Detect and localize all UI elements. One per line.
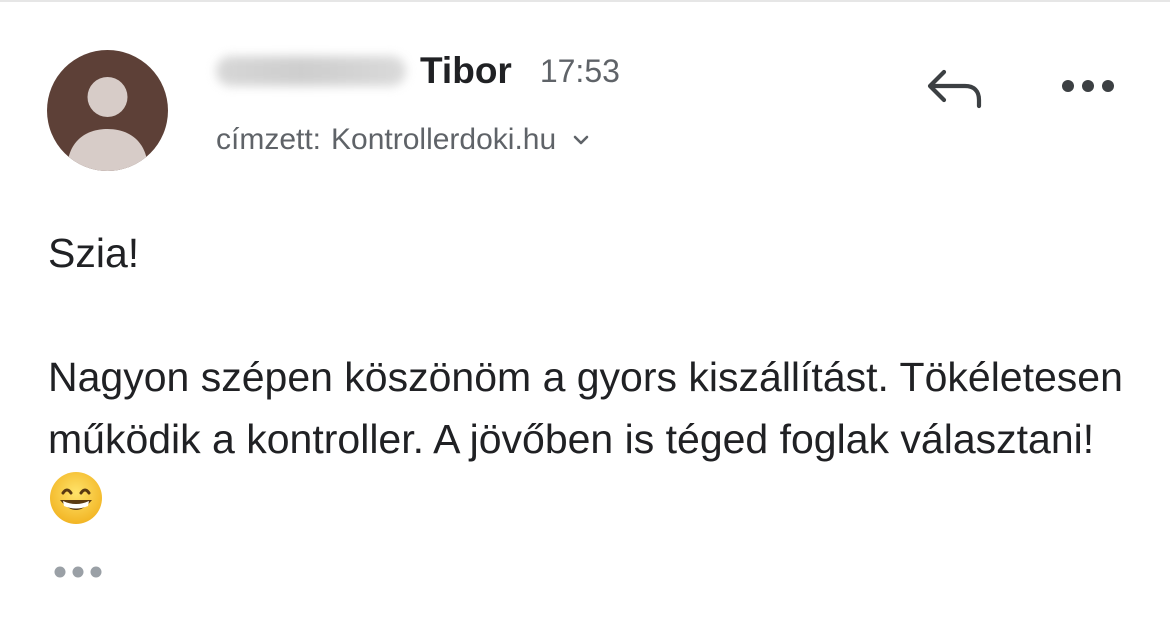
email-body: Szia! Nagyon szépen köszönöm a gyors kis… (48, 222, 1138, 535)
sender-name: Tibor (420, 50, 512, 91)
recipient-details[interactable]: címzett: Kontrollerdoki.hu (216, 118, 592, 162)
sender-row: Tibor 17:53 (216, 46, 620, 96)
person-avatar-icon (67, 77, 148, 171)
reply-icon (927, 69, 982, 109)
recipient-label: címzett: (216, 123, 322, 156)
more-horizontal-icon (1062, 80, 1114, 92)
email-paragraph-text: Nagyon szépen köszönöm a gyors kiszállít… (48, 354, 1123, 462)
recipient-value: Kontrollerdoki.hu (331, 123, 557, 156)
top-divider (0, 0, 1170, 2)
sender-avatar[interactable] (47, 50, 168, 171)
ellipsis-icon (54, 566, 102, 578)
email-paragraph: Nagyon szépen köszönöm a gyors kiszállít… (48, 346, 1138, 535)
chevron-down-icon[interactable] (570, 129, 592, 151)
grinning-face-emoji (50, 472, 102, 524)
sender-name-redacted (216, 56, 406, 86)
show-trimmed-content-button[interactable] (48, 556, 108, 588)
timestamp: 17:53 (539, 52, 620, 89)
email-greeting: Szia! (48, 230, 140, 276)
reply-button[interactable] (920, 58, 990, 118)
more-options-button[interactable] (1052, 66, 1122, 106)
